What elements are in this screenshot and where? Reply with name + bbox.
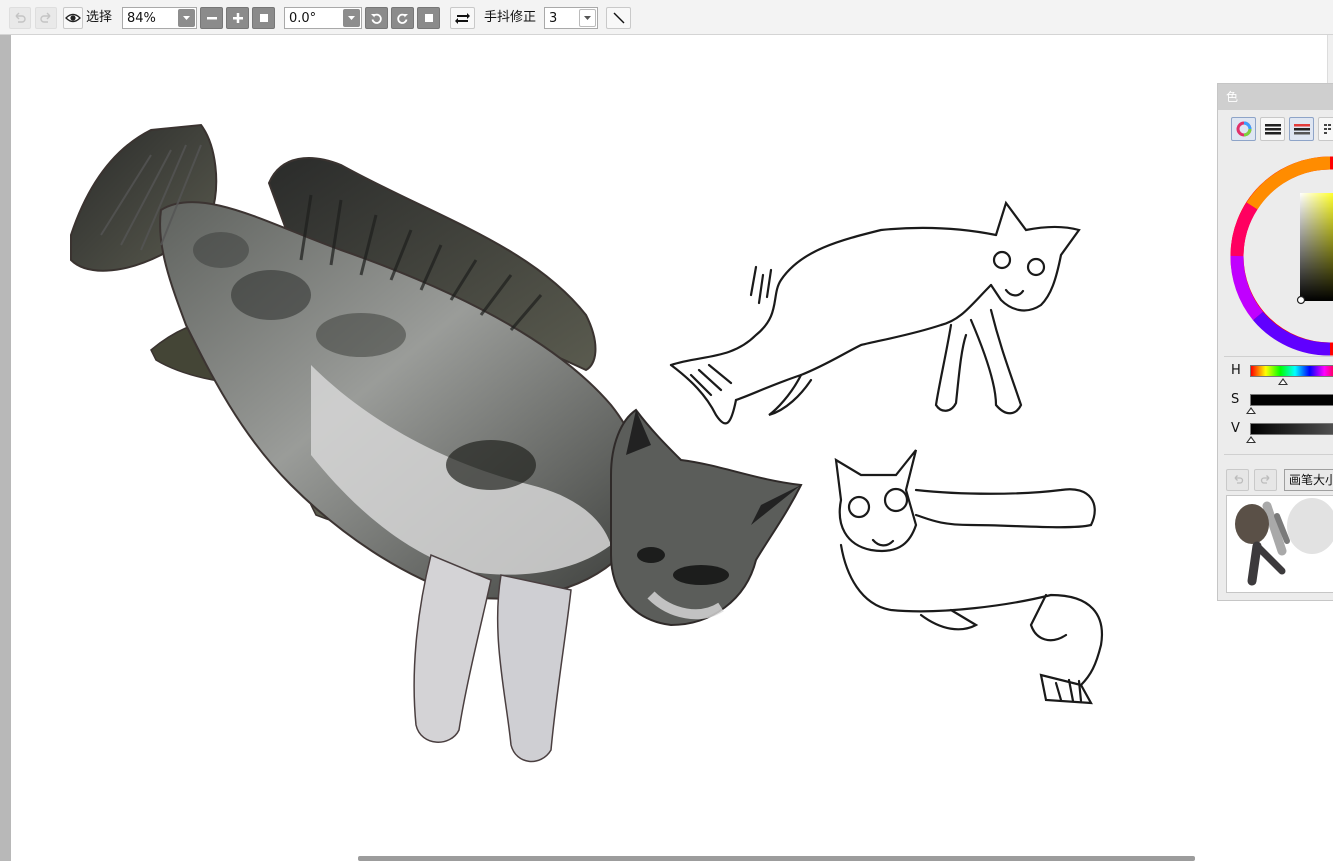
rotate-right-icon (397, 13, 408, 24)
brush-stroke-preview (1235, 498, 1333, 586)
zoom-dropdown[interactable]: 84% (122, 7, 197, 29)
zoom-value: 84% (127, 10, 156, 26)
saturation-label: S (1231, 392, 1240, 407)
line-sketch-upper (669, 200, 1081, 425)
canvas-left-margin (0, 35, 11, 861)
rotate-left-button[interactable] (365, 7, 388, 29)
panel-divider (1224, 454, 1333, 455)
brush-toolbar: 画笔大小 (1226, 469, 1333, 491)
toolbar: 选择 84% 0.0° 手抖修正 3 (0, 0, 1333, 35)
color-panel: 色 H S V 画笔大小 (1217, 83, 1333, 601)
rotation-dropdown-arrow[interactable] (343, 9, 360, 27)
hsv-sliders-icon (1293, 124, 1310, 135)
zoom-dropdown-arrow[interactable] (178, 9, 195, 27)
zoom-reset-button[interactable] (252, 7, 275, 29)
horizontal-scrollbar[interactable] (358, 856, 1195, 861)
square-icon (424, 14, 433, 22)
tab-color-wheel[interactable] (1231, 117, 1256, 141)
zoom-out-button[interactable] (200, 7, 223, 29)
view-select-button[interactable] (63, 7, 83, 29)
brush-redo-button[interactable] (1254, 469, 1277, 491)
chevron-down-icon (348, 15, 355, 20)
stabilizer-value: 3 (549, 10, 558, 26)
view-select-label: 选择 (86, 10, 113, 25)
cat-back-leg (496, 574, 572, 763)
sliders-icon (1264, 124, 1281, 135)
zoom-in-button[interactable] (226, 7, 249, 29)
tab-palette[interactable] (1318, 117, 1333, 141)
rotate-left-icon (371, 13, 382, 24)
brush-size-button[interactable]: 画笔大小 (1284, 469, 1333, 491)
color-wheel[interactable] (1218, 146, 1333, 356)
brush-preview[interactable] (1226, 495, 1333, 593)
flip-arrows-icon (455, 12, 470, 24)
tab-rgb-sliders[interactable] (1260, 117, 1285, 141)
panel-divider (1224, 356, 1333, 357)
color-panel-title[interactable]: 色 (1218, 84, 1333, 110)
square-icon (259, 14, 268, 22)
undo-icon (1234, 475, 1243, 484)
canvas-artwork (70, 123, 1103, 763)
saturation-slider-thumb[interactable] (1246, 407, 1256, 414)
eye-icon (65, 13, 81, 23)
stabilizer-label: 手抖修正 (484, 10, 537, 25)
redo-icon (40, 12, 51, 23)
drawing-canvas[interactable] (11, 35, 1333, 861)
line-sketch-lower (834, 449, 1103, 705)
rotate-reset-button[interactable] (417, 7, 440, 29)
color-wheel-icon (1236, 121, 1251, 137)
stabilizer-dropdown-arrow[interactable] (579, 9, 596, 27)
painted-fish-cat (70, 123, 803, 763)
redo-icon (1260, 475, 1269, 484)
undo-icon (15, 12, 26, 23)
rotation-value: 0.0° (289, 10, 317, 26)
stabilizer-dropdown[interactable]: 3 (544, 7, 598, 29)
rotate-right-button[interactable] (391, 7, 414, 29)
value-label: V (1231, 421, 1240, 436)
tab-hsv-sliders[interactable] (1289, 117, 1314, 141)
stroke-straight-line-button[interactable] (606, 7, 631, 29)
value-slider-thumb[interactable] (1246, 436, 1256, 443)
chevron-down-icon (183, 15, 190, 20)
rotation-dropdown[interactable]: 0.0° (284, 7, 362, 29)
hue-slider[interactable] (1250, 365, 1333, 377)
hue-label: H (1231, 363, 1241, 378)
hue-slider-thumb[interactable] (1278, 378, 1288, 385)
flip-horizontal-button[interactable] (450, 7, 475, 29)
redo-button[interactable] (35, 7, 57, 29)
undo-button[interactable] (9, 7, 31, 29)
cat-front-leg (413, 553, 492, 743)
plus-icon (232, 13, 243, 23)
minus-icon (206, 17, 217, 20)
grid-icon (1324, 124, 1331, 134)
color-picker-handle (1296, 295, 1306, 305)
brush-undo-button[interactable] (1226, 469, 1249, 491)
value-slider[interactable] (1250, 423, 1333, 435)
diagonal-line-icon (613, 12, 624, 24)
chevron-down-icon (584, 15, 591, 20)
saturation-slider[interactable] (1250, 394, 1333, 406)
